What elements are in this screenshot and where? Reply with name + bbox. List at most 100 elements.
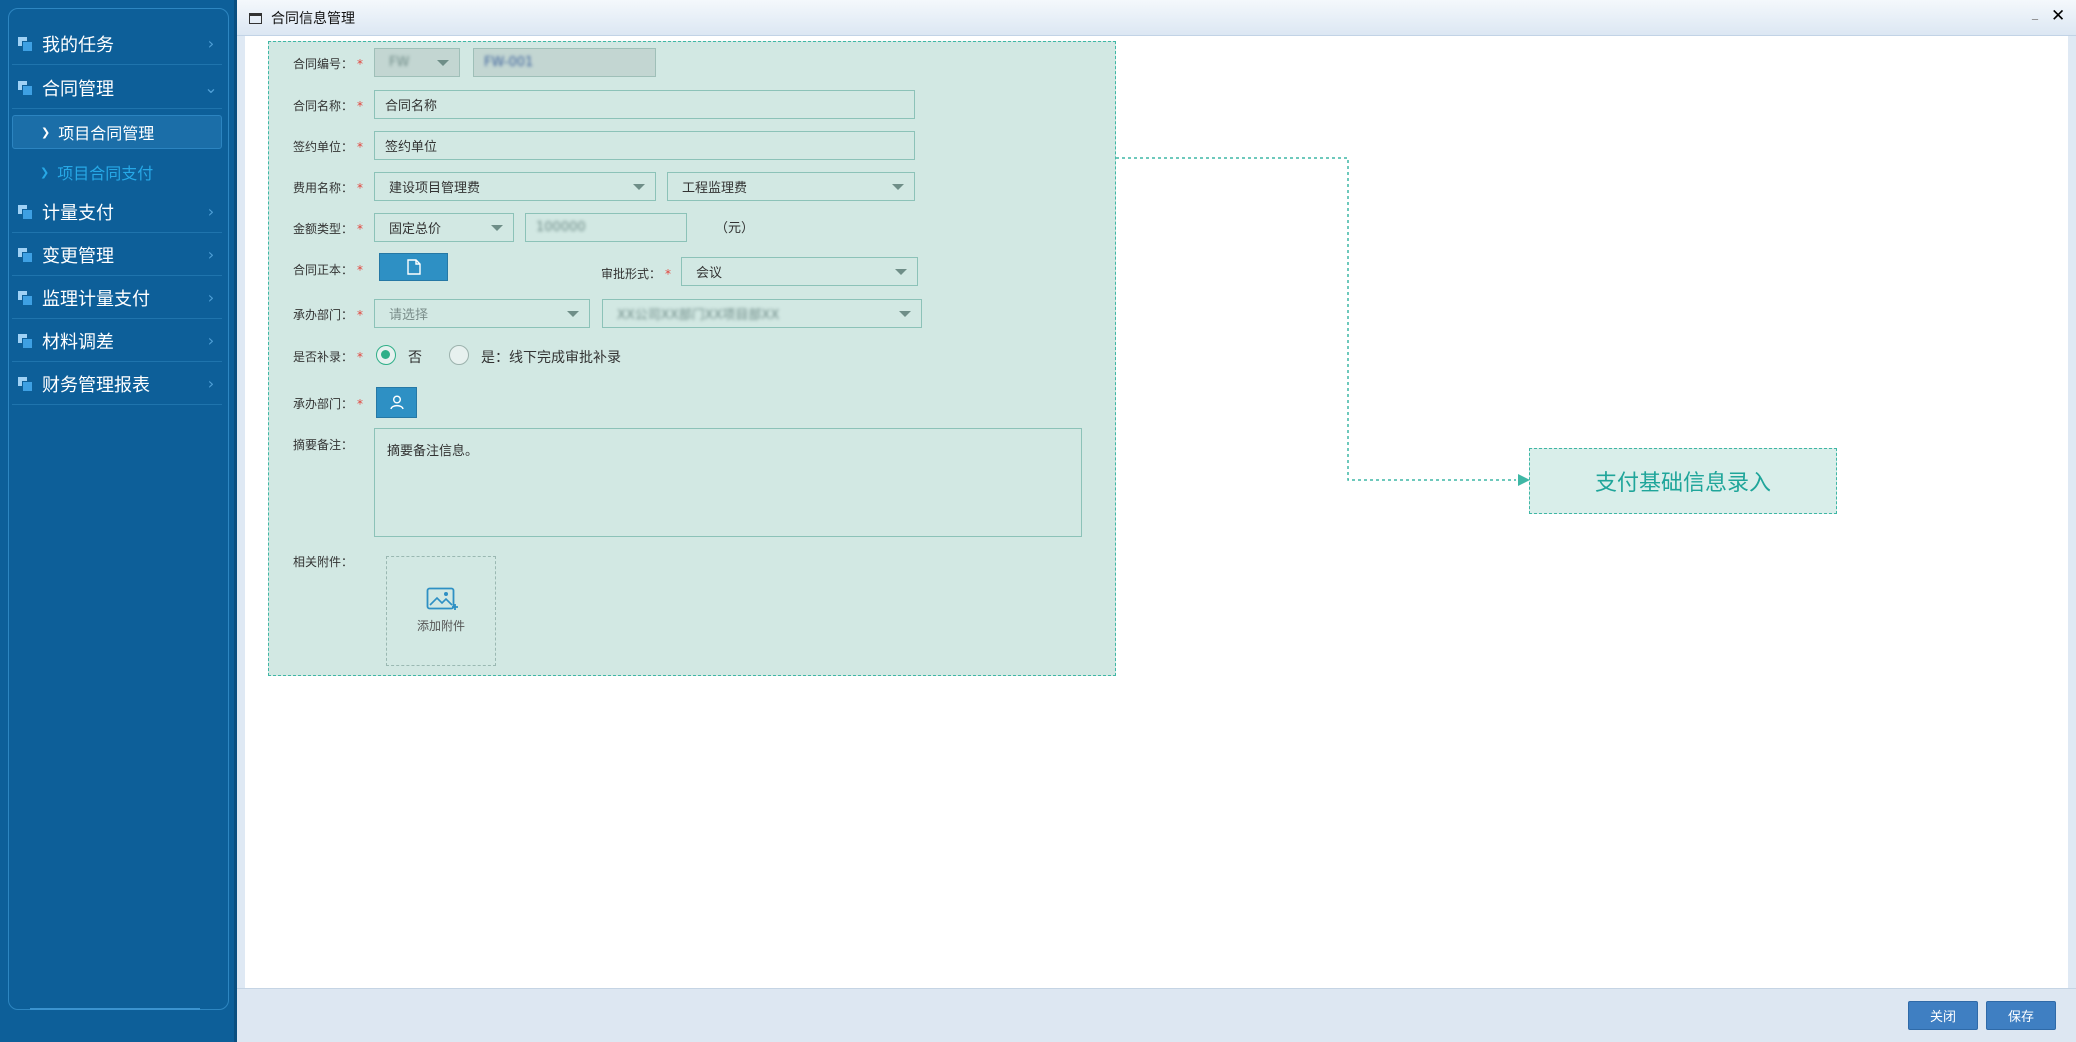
required-star: *: [357, 99, 364, 113]
window-left-border: [237, 36, 245, 988]
contract-no-input[interactable]: FW-001: [473, 48, 656, 77]
save-button[interactable]: 保存: [1986, 1001, 2056, 1030]
department-detail-select[interactable]: XX公司XX部门XX项目部XX: [602, 299, 922, 328]
supplement-yes-radio[interactable]: [449, 345, 469, 365]
dropdown-caret-icon: [899, 311, 911, 317]
contract-no-prefix-select[interactable]: FW: [374, 48, 460, 77]
sidebar-item-financial-reports[interactable]: 财务管理报表 ›: [12, 363, 222, 405]
remark-label: 摘要备注：: [293, 438, 354, 452]
sidebar-frame-ornament: [30, 998, 200, 1010]
chevron-down-icon: ⌄: [204, 78, 218, 97]
department-select[interactable]: 请选择: [374, 299, 590, 328]
contract-form-panel: 合同编号： * FW FW-001 合同名称： * 合同名称 签约单位： * 签约单位…: [268, 41, 1116, 676]
remark-textarea[interactable]: 摘要备注信息。: [374, 428, 1082, 537]
fee-name-label: 费用名称： *: [293, 181, 364, 195]
sidebar-item-label: 财务管理报表: [42, 374, 150, 396]
fee-name-select-1[interactable]: 建设项目管理费: [374, 172, 656, 201]
sidebar-subitem-label: 项目合同支付: [57, 164, 154, 183]
chevron-right-icon: ›: [207, 34, 215, 53]
minimize-button[interactable]: _: [2032, 6, 2038, 20]
annotation-box: 支付基础信息录入: [1529, 448, 1837, 514]
upload-contract-button[interactable]: [379, 253, 448, 281]
required-star: *: [357, 263, 364, 277]
chevron-right-icon: ›: [207, 245, 215, 264]
supplement-label: 是否补录： *: [293, 350, 364, 364]
sidebar-item-supervision-payment[interactable]: 监理计量支付 ›: [12, 277, 222, 319]
supplement-yes-label: 是：线下完成审批补录: [481, 350, 621, 366]
close-window-button[interactable]: ✕: [2051, 6, 2065, 26]
sidebar-item-label: 我的任务: [42, 34, 114, 56]
sidebar-item-material-adjustment[interactable]: 材料调差 ›: [12, 320, 222, 362]
amount-unit-label: （元）: [715, 221, 755, 236]
required-star: *: [357, 350, 364, 364]
document-icon: [406, 259, 421, 275]
add-attachment-label: 添加附件: [416, 619, 465, 633]
dropdown-caret-icon: [437, 60, 449, 66]
menu-square-icon: [18, 290, 33, 306]
amount-type-label: 金额类型： *: [293, 222, 364, 236]
department-label: 承办部门： *: [293, 308, 364, 322]
approval-form-select[interactable]: 会议: [681, 257, 918, 286]
menu-square-icon: [18, 36, 33, 52]
window-icon: [249, 13, 262, 24]
sidebar: 我的任务 › 合同管理 ⌄ ❯ 项目合同管理 ❯ 项目合同支付 计量支付 › 变…: [0, 0, 237, 1042]
sidebar-subitem-project-contract-management[interactable]: ❯ 项目合同管理: [12, 115, 222, 149]
dropdown-caret-icon: [895, 269, 907, 275]
sidebar-item-label: 计量支付: [42, 202, 114, 224]
menu-square-icon: [18, 204, 33, 220]
dropdown-caret-icon: [491, 225, 503, 231]
menu-square-icon: [18, 80, 33, 96]
sidebar-item-my-tasks[interactable]: 我的任务 ›: [12, 23, 222, 65]
image-add-icon: [426, 587, 458, 610]
chevron-right-icon: ›: [207, 331, 215, 350]
sidebar-item-contract-management[interactable]: 合同管理 ⌄: [12, 67, 222, 109]
supplement-no-radio[interactable]: [376, 345, 396, 365]
chevron-right-icon: ❯: [40, 165, 50, 179]
menu-square-icon: [18, 333, 33, 349]
chevron-right-icon: ❯: [41, 125, 51, 139]
window-titlebar: 合同信息管理 _ ✕: [237, 0, 2076, 36]
sidebar-item-change-management[interactable]: 变更管理 ›: [12, 234, 222, 276]
window-right-border: [2068, 36, 2076, 988]
add-attachment-button[interactable]: 添加附件: [386, 556, 496, 666]
supplement-no-label: 否: [408, 350, 422, 366]
annotation-connector-arrow: [1116, 157, 1530, 486]
sidebar-item-label: 监理计量支付: [42, 288, 150, 310]
contract-no-label: 合同编号： *: [293, 57, 364, 71]
menu-square-icon: [18, 376, 33, 392]
dropdown-caret-icon: [567, 311, 579, 317]
sidebar-item-label: 材料调差: [42, 331, 114, 353]
contract-original-label: 合同正本： *: [293, 263, 364, 277]
dropdown-caret-icon: [633, 184, 645, 190]
handler-label: 承办部门： *: [293, 397, 364, 411]
sidebar-item-label: 合同管理: [42, 78, 114, 100]
close-button[interactable]: 关闭: [1908, 1001, 1978, 1030]
required-star: *: [357, 140, 364, 154]
amount-input[interactable]: 100000: [525, 213, 687, 242]
amount-type-select[interactable]: 固定总价: [374, 213, 514, 242]
chevron-right-icon: ›: [207, 374, 215, 393]
sidebar-subitem-project-contract-payment[interactable]: ❯ 项目合同支付: [12, 155, 222, 189]
chevron-right-icon: ›: [207, 202, 215, 221]
sign-unit-input[interactable]: 签约单位: [374, 131, 915, 160]
sidebar-item-metering-payment[interactable]: 计量支付 ›: [12, 191, 222, 233]
contract-name-label: 合同名称： *: [293, 99, 364, 113]
sidebar-subitem-label: 项目合同管理: [58, 124, 155, 143]
required-star: *: [357, 308, 364, 322]
sidebar-item-label: 变更管理: [42, 245, 114, 267]
required-star: *: [357, 57, 364, 71]
required-star: *: [357, 181, 364, 195]
menu-square-icon: [18, 247, 33, 263]
required-star: *: [665, 267, 672, 281]
attachment-label: 相关附件：: [293, 555, 354, 569]
required-star: *: [357, 397, 364, 411]
sign-unit-label: 签约单位： *: [293, 140, 364, 154]
chevron-right-icon: ›: [207, 288, 215, 307]
select-user-button[interactable]: [376, 387, 417, 418]
dropdown-caret-icon: [892, 184, 904, 190]
user-icon: [389, 395, 404, 410]
window-footer: 关闭 保存: [237, 988, 2076, 1042]
contract-name-input[interactable]: 合同名称: [374, 90, 915, 119]
fee-name-select-2[interactable]: 工程监理费: [667, 172, 915, 201]
required-star: *: [357, 222, 364, 236]
